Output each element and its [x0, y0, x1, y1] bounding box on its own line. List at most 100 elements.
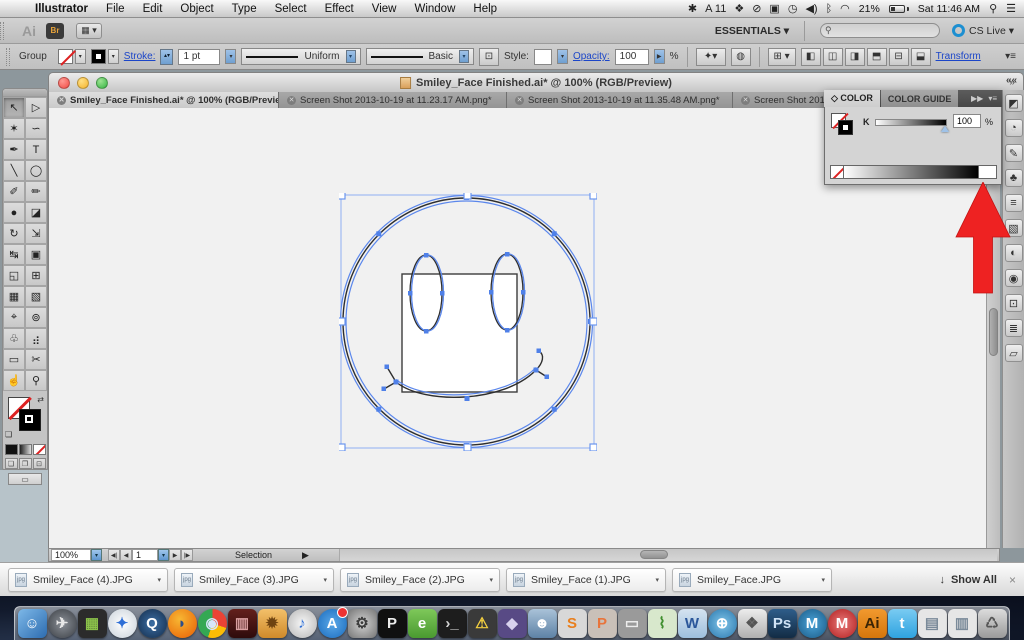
tool-button[interactable]: ▭: [3, 349, 25, 370]
dock-icon[interactable]: A: [318, 609, 347, 638]
notification-center-icon[interactable]: ☰: [1006, 2, 1016, 15]
panel-dock-icon[interactable]: ◔: [1005, 119, 1023, 137]
download-caret-icon[interactable]: ▾: [655, 576, 659, 584]
tools-panel-header[interactable]: [3, 89, 47, 97]
close-tab-icon[interactable]: ✕: [741, 96, 750, 105]
dock-icon[interactable]: S: [558, 609, 587, 638]
align-button[interactable]: ⬒: [867, 48, 887, 66]
panel-dock-icon[interactable]: ◩: [1005, 94, 1023, 112]
color-guide-tab[interactable]: COLOR GUIDE: [881, 90, 959, 107]
doc-tab-screenshot-2[interactable]: ✕Screen Shot 2013-10-19 at 11.35.48 AM.p…: [507, 92, 733, 108]
align-button[interactable]: ◨: [845, 48, 865, 66]
dock-icon[interactable]: ▥: [228, 609, 257, 638]
minimize-window-button[interactable]: [77, 77, 89, 89]
stroke-weight-stepper[interactable]: ▴▾: [160, 49, 173, 65]
brush-definition-dropdown[interactable]: Basic▾: [366, 48, 474, 65]
style-swatch[interactable]: [534, 49, 552, 65]
download-caret-icon[interactable]: ▾: [157, 576, 161, 584]
panel-dock-icon[interactable]: ▱: [1005, 344, 1023, 362]
k-channel-slider[interactable]: [875, 119, 947, 126]
tool-button[interactable]: ⚲: [25, 370, 47, 391]
variable-width-profile-dropdown[interactable]: Uniform▾: [241, 48, 360, 65]
stroke-weight-dropdown[interactable]: ▾: [225, 49, 236, 64]
tool-button[interactable]: ✒: [3, 139, 25, 160]
align-button[interactable]: ◫: [823, 48, 843, 66]
tool-button[interactable]: ▣: [25, 244, 47, 265]
doc-tab-screenshot-3[interactable]: ✕Screen Shot 2013: [733, 92, 825, 108]
stroke-swatch[interactable]: [91, 49, 106, 64]
panel-dock-icon[interactable]: ✎: [1005, 144, 1023, 162]
dock-icon[interactable]: ▭: [618, 609, 647, 638]
panel-menu-icon[interactable]: ▾≡: [988, 94, 997, 103]
panel-dock-icon[interactable]: ≣: [1005, 319, 1023, 337]
opacity-dropdown[interactable]: ▶: [654, 49, 665, 64]
tool-button[interactable]: ▦: [3, 286, 25, 307]
menu-item-effect[interactable]: Effect: [316, 3, 363, 15]
dock-icon[interactable]: ✹: [258, 609, 287, 638]
draw-inside-button[interactable]: ⊡: [33, 458, 46, 469]
close-tab-icon[interactable]: ✕: [515, 96, 524, 105]
tool-button[interactable]: ✏: [25, 181, 47, 202]
dock-icon[interactable]: ☺: [18, 609, 47, 638]
tool-button[interactable]: ✐: [3, 181, 25, 202]
stroke-panel-link[interactable]: Stroke:: [124, 51, 156, 62]
dock-icon[interactable]: ◗: [168, 609, 197, 638]
status-icon[interactable]: ◀): [805, 3, 817, 15]
dock-icon[interactable]: ◉: [198, 609, 227, 638]
status-icon[interactable]: ✱: [688, 3, 697, 15]
collapse-panels-chevrons[interactable]: ««: [1006, 75, 1017, 86]
k-slider-handle[interactable]: [941, 126, 949, 132]
status-icon[interactable]: ⊘: [752, 3, 761, 15]
previous-artboard-button[interactable]: ◀: [120, 549, 132, 561]
horizontal-scrollbar-thumb[interactable]: [640, 550, 668, 559]
k-value-field[interactable]: 100: [953, 114, 981, 128]
stroke-weight-value[interactable]: 1 pt: [178, 49, 220, 65]
align-to-dropdown[interactable]: ⊞ ▾: [768, 48, 796, 66]
menu-item-window[interactable]: Window: [405, 3, 464, 15]
white-swatch[interactable]: [978, 166, 996, 178]
tool-button[interactable]: ↻: [3, 223, 25, 244]
tool-button[interactable]: ⌖: [3, 307, 25, 328]
color-panel-tab[interactable]: ◇ COLOR: [824, 90, 880, 107]
align-button[interactable]: ◧: [801, 48, 821, 66]
color-mode-none-button[interactable]: [33, 444, 46, 455]
artboard-dropdown[interactable]: ▾: [158, 549, 169, 561]
tool-button[interactable]: ♧: [3, 328, 25, 349]
download-item[interactable]: jpg Smiley_Face (1).JPG ▾: [506, 568, 666, 592]
draw-normal-button[interactable]: ❏: [5, 458, 18, 469]
select-similar-button[interactable]: ✦▾: [696, 48, 726, 66]
status-tool-indicator[interactable]: Selection▶: [207, 549, 337, 561]
horizontal-scrollbar[interactable]: [339, 549, 997, 561]
tool-button[interactable]: ✂: [25, 349, 47, 370]
next-artboard-button[interactable]: ▶: [169, 549, 181, 561]
dock-icon[interactable]: P: [588, 609, 617, 638]
tool-button[interactable]: T: [25, 139, 47, 160]
color-mode-solid-button[interactable]: [5, 444, 18, 455]
doc-tab-screenshot-1[interactable]: ✕Screen Shot 2013-10-19 at 11.23.17 AM.p…: [279, 92, 507, 108]
dock-icon[interactable]: ⚠: [468, 609, 497, 638]
tool-button[interactable]: ∽: [25, 118, 47, 139]
align-button[interactable]: ⬓: [911, 48, 931, 66]
dock-icon[interactable]: ✈: [48, 609, 77, 638]
download-caret-icon[interactable]: ▾: [821, 576, 825, 584]
status-icon[interactable]: A 11: [705, 3, 726, 15]
last-artboard-button[interactable]: |▶: [181, 549, 193, 561]
swap-fill-stroke-icon[interactable]: ⇄: [37, 395, 44, 404]
status-icons[interactable]: ✱A 11❖⊘▣◷◀)ᛒ◠: [680, 2, 850, 15]
draw-behind-button[interactable]: ❐: [19, 458, 32, 469]
spotlight-icon[interactable]: ⚲: [989, 2, 997, 15]
doc-tab-smiley[interactable]: ✕Smiley_Face Finished.ai* @ 100% (RGB/Pr…: [49, 92, 279, 108]
dock-icon[interactable]: ▥: [948, 609, 977, 638]
tool-button[interactable]: ⇲: [25, 223, 47, 244]
bridge-button[interactable]: Br: [46, 23, 64, 39]
status-icon[interactable]: ▣: [769, 3, 779, 15]
zoom-level-field[interactable]: 100%: [51, 549, 91, 561]
dock-icon[interactable]: M: [798, 609, 827, 638]
search-input[interactable]: ⚲: [820, 23, 940, 38]
tool-button[interactable]: ▧: [25, 286, 47, 307]
panel-stroke-swatch[interactable]: [838, 120, 853, 135]
fill-swatch[interactable]: [58, 49, 73, 64]
status-icon[interactable]: ❖: [734, 3, 744, 15]
zoom-window-button[interactable]: [96, 77, 108, 89]
menu-item-type[interactable]: Type: [223, 3, 266, 15]
